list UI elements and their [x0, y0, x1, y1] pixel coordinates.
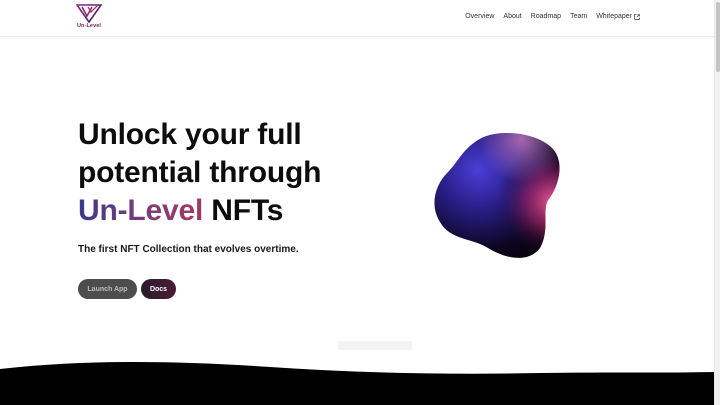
logo-text: Un-Level: [76, 23, 102, 29]
nav-link-team[interactable]: Team: [570, 13, 587, 20]
external-link-icon: [634, 13, 640, 20]
hero-title-suffix: NFTs: [203, 194, 284, 227]
nav-link-roadmap[interactable]: Roadmap: [531, 13, 561, 20]
footer-wave-divider: [0, 362, 714, 405]
hero-title-line2: potential through: [78, 156, 322, 189]
nav-link-whitepaper[interactable]: Whitepaper: [596, 13, 640, 20]
scrollbar-thumb[interactable]: [716, 2, 720, 72]
page-scrollbar[interactable]: [714, 0, 720, 405]
hero-title-brand: Un-Level: [78, 194, 204, 227]
hero-title: Unlock your full potential through Un-Le…: [78, 116, 321, 230]
nav-link-whitepaper-label: Whitepaper: [596, 13, 632, 20]
docs-button[interactable]: Docs: [141, 279, 176, 299]
hero-subtitle: The first NFT Collection that evolves ov…: [78, 244, 299, 255]
top-navbar: Un-Level Overview About Roadmap Team Whi…: [0, 0, 714, 37]
hero-title-line1: Unlock your full: [78, 118, 302, 151]
hero-blob-image: [434, 133, 560, 258]
triangle-v-logo-icon: [76, 4, 102, 23]
faint-placeholder-bar: [338, 341, 412, 350]
nav-link-about[interactable]: About: [503, 13, 521, 20]
launch-app-button[interactable]: Launch App: [78, 279, 137, 299]
nav-links: Overview About Roadmap Team Whitepaper: [465, 13, 640, 20]
logo[interactable]: Un-Level: [74, 4, 104, 32]
nav-link-overview[interactable]: Overview: [465, 13, 494, 20]
